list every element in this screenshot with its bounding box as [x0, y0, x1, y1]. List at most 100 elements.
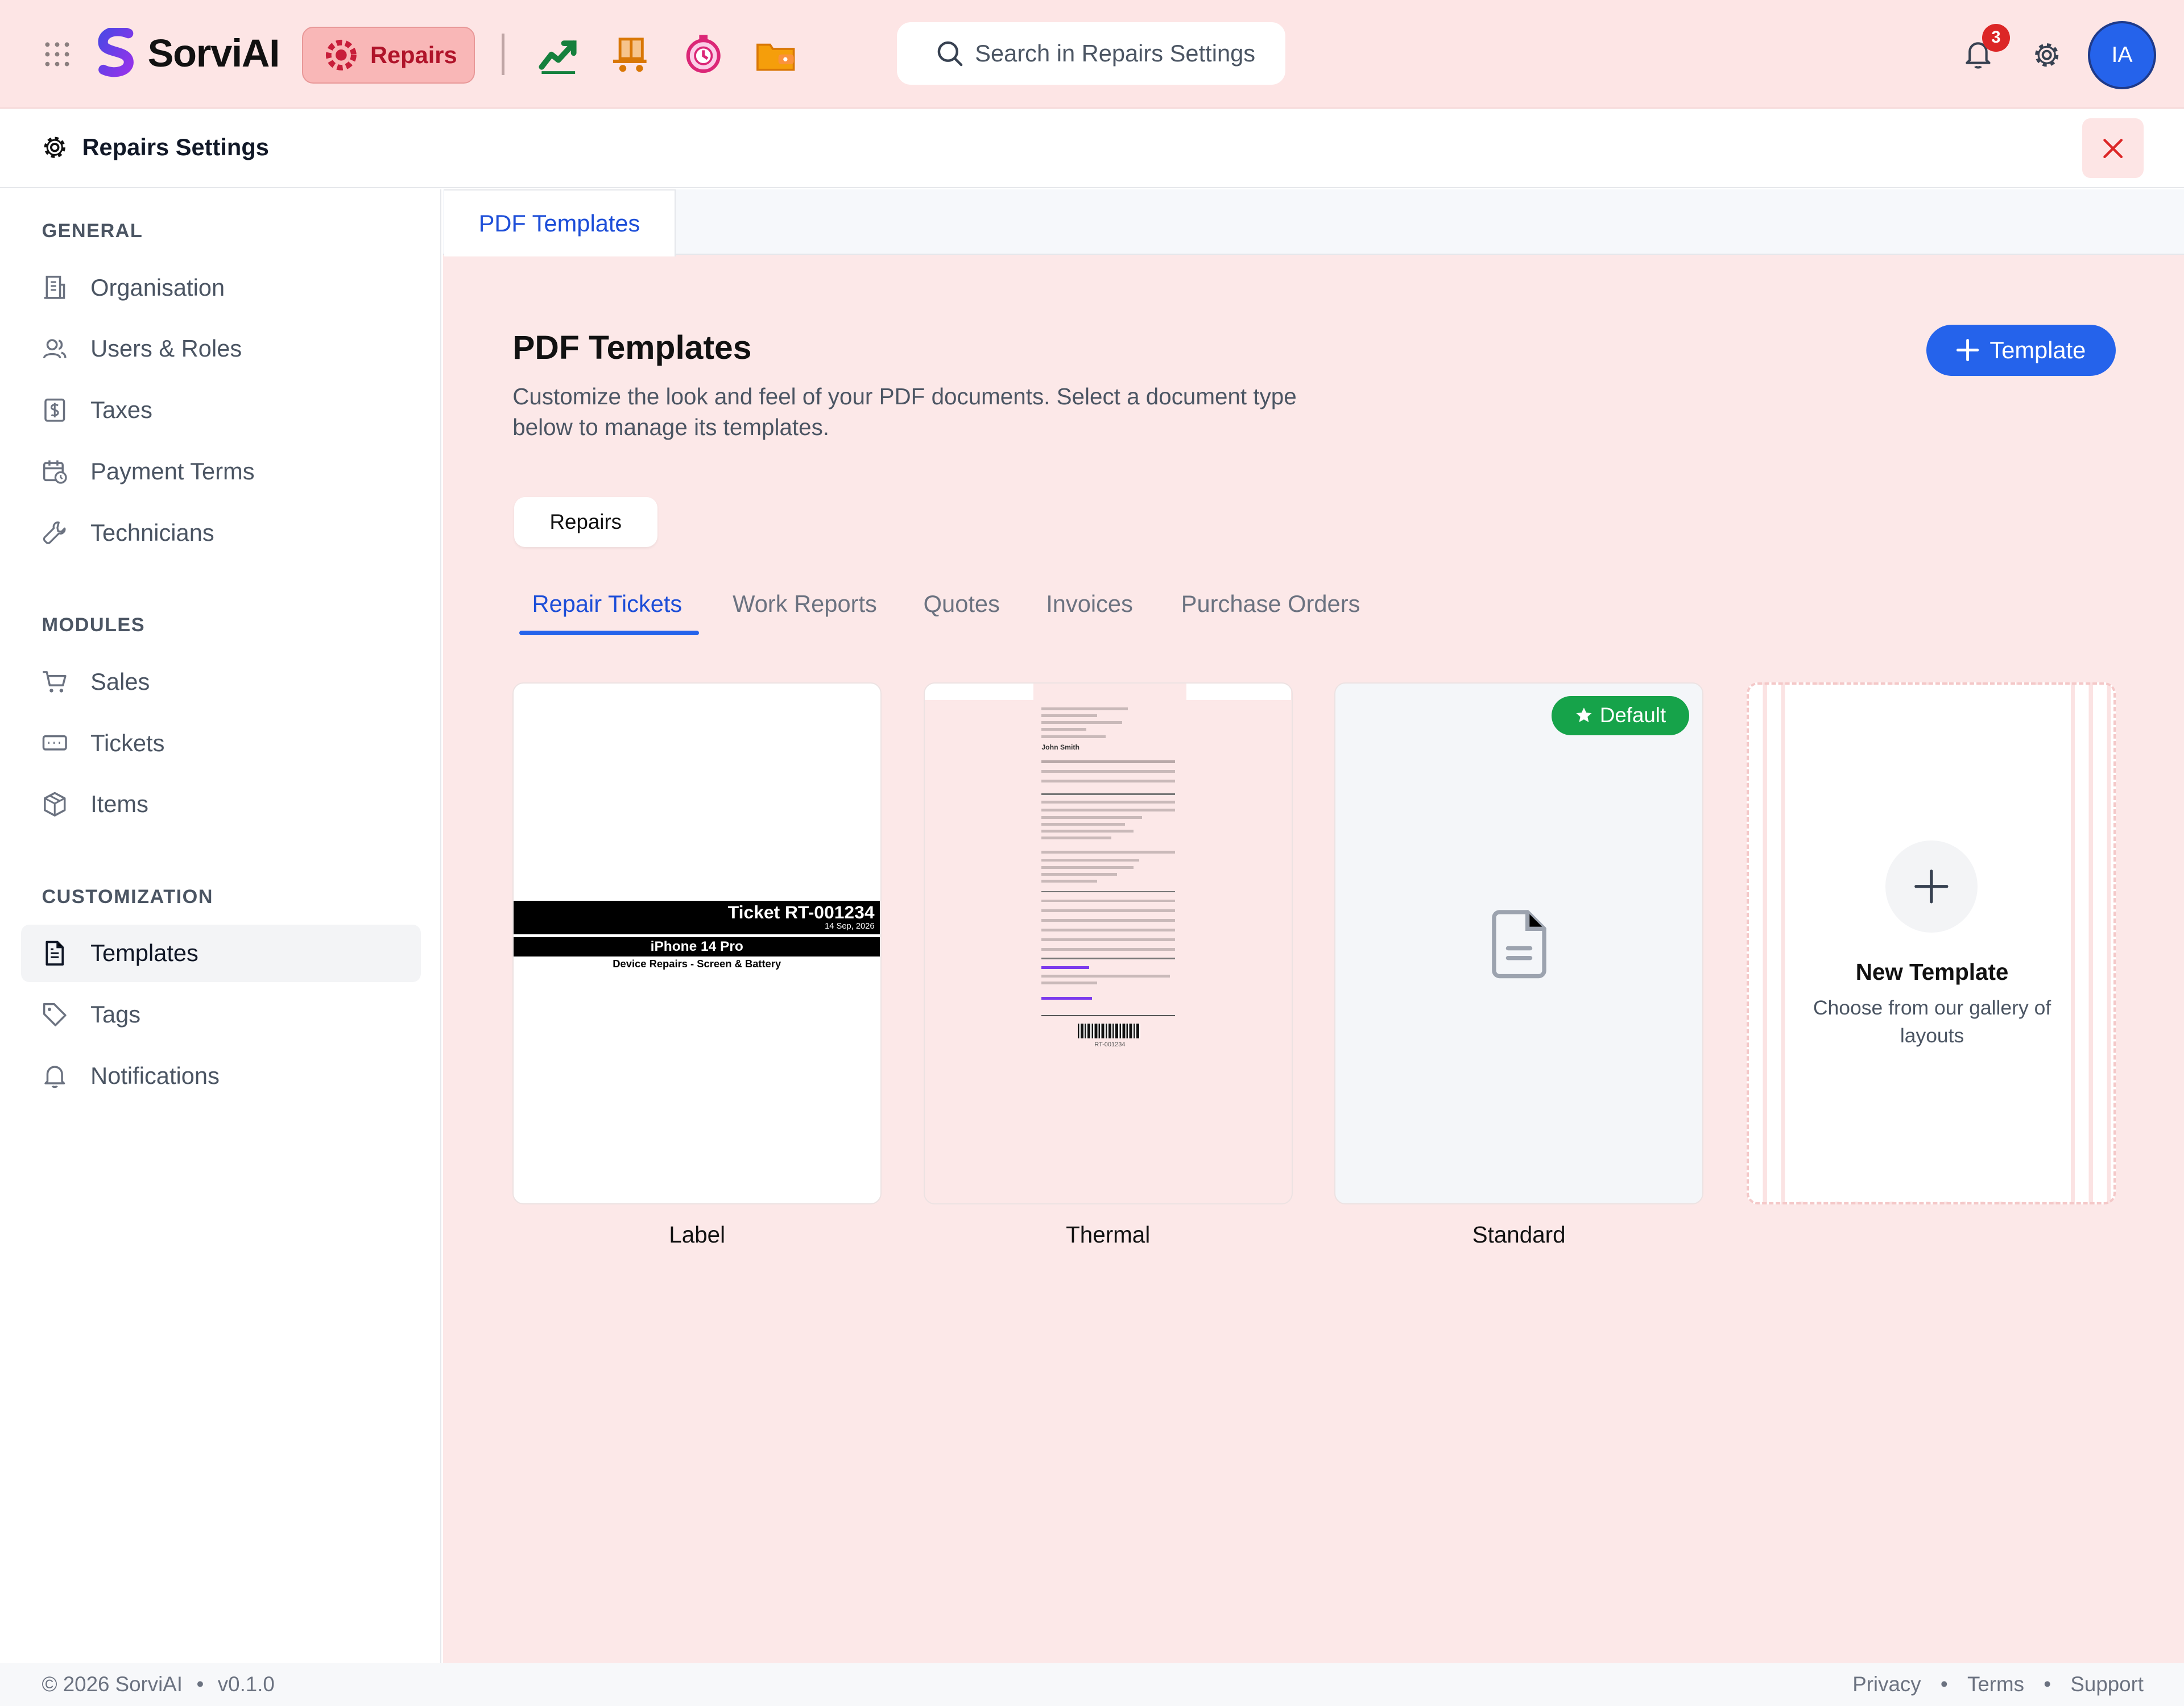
sidebar-item-items[interactable]: Items [21, 776, 421, 833]
tab-work-reports[interactable]: Work Reports [733, 590, 877, 635]
template-card-thermal[interactable]: Ticket # RT-001234 John Smith [923, 682, 1293, 1205]
search-input[interactable]: Search in Repairs Settings [897, 22, 1286, 85]
label-preview-date: 14 Sep, 2026 [825, 921, 875, 931]
app-name: SorviAI [147, 31, 280, 75]
sidebar-item-label: Taxes [90, 396, 152, 424]
settings-gear-icon [44, 136, 66, 158]
page-title: PDF Templates [512, 329, 752, 366]
sidebar-item-sales[interactable]: Sales [21, 653, 421, 710]
logo-icon [98, 27, 134, 77]
apps-grid-icon[interactable] [43, 40, 71, 68]
sidebar-item-tickets[interactable]: Tickets [21, 714, 421, 771]
sidebar-item-tags[interactable]: Tags [21, 986, 421, 1043]
template-card-label[interactable]: Ticket RT-001234 14 Sep, 2026 iPhone 14 … [512, 682, 882, 1205]
sidebar-item-payment-terms[interactable]: Payment Terms [21, 443, 421, 500]
sidebar-item-label: Notifications [90, 1062, 220, 1089]
settings-gear-icon[interactable] [2032, 40, 2061, 69]
add-template-label: Template [1989, 336, 2086, 363]
footer-links: Privacy • Terms • Support [1852, 1672, 2144, 1696]
tab-purchase-orders[interactable]: Purchase Orders [1181, 590, 1360, 635]
sidebar-item-label: Templates [90, 939, 198, 967]
copyright: © 2026 SorviAI [42, 1672, 183, 1696]
new-template-card[interactable]: New Template Choose from our gallery of … [1747, 682, 2116, 1205]
package-icon [44, 792, 66, 817]
footer-link-support[interactable]: Support [2070, 1672, 2144, 1696]
tab-repair-tickets[interactable]: Repair Tickets [532, 590, 682, 635]
template-name-label: Label [669, 1221, 726, 1248]
new-template-title: New Template [1855, 959, 2009, 985]
tab-pdf-templates[interactable]: PDF Templates [444, 189, 676, 256]
time-clock-icon[interactable] [682, 34, 724, 75]
thermal-preview-body: John Smith RT-001234 [1033, 684, 1187, 1204]
app-version: v0.1.0 [217, 1672, 275, 1696]
close-icon [2103, 138, 2123, 158]
cart-icon [43, 670, 67, 693]
footer-separator: • [2044, 1672, 2051, 1696]
sidebar-item-taxes[interactable]: Taxes [21, 382, 421, 438]
module-switcher-repairs[interactable]: Repairs [302, 26, 475, 84]
sidebar-item-label: Sales [90, 668, 150, 695]
sidebar-item-templates[interactable]: Templates [20, 925, 421, 982]
sidebar-item-users-roles[interactable]: Users & Roles [21, 320, 421, 377]
app-logo[interactable]: SorviAI [95, 27, 280, 78]
new-template-inner [1790, 685, 2071, 1202]
tab-invoices[interactable]: Invoices [1046, 590, 1133, 635]
footer: © 2026 SorviAI • v0.1.0 Privacy • Terms … [0, 1663, 2184, 1706]
search-icon [937, 41, 962, 67]
label-preview-ticket: Ticket RT-001234 [727, 902, 875, 923]
new-template-plus [1885, 840, 1978, 933]
ticket-icon [43, 735, 68, 751]
settings-sidebar: GENERAL Organisation Users & Roles Taxes… [0, 189, 442, 1663]
template-name-thermal: Thermal [1066, 1221, 1151, 1248]
search-placeholder: Search in Repairs Settings [975, 40, 1256, 67]
label-preview-service: Device Repairs - Screen & Battery [613, 958, 781, 970]
sidebar-item-technicians[interactable]: Technicians [21, 504, 421, 561]
default-badge-label: Default [1599, 703, 1666, 727]
footer-separator: • [1940, 1672, 1948, 1696]
new-template-subtitle: Choose from our gallery of layouts [1813, 996, 2051, 1047]
main-content: PDF Templates PDF Templates Customize th… [442, 189, 2184, 1663]
sales-chart-icon[interactable] [537, 34, 579, 75]
calendar-clock-icon [43, 460, 68, 484]
content-tabbar: PDF Templates [442, 189, 2184, 256]
plus-icon [1914, 869, 1949, 904]
folder-wallet-icon[interactable] [755, 34, 796, 75]
footer-separator: • [196, 1672, 204, 1696]
tab-quotes[interactable]: Quotes [924, 590, 1000, 635]
footer-link-terms[interactable]: Terms [1967, 1672, 2024, 1696]
sidebar-item-label: Tags [90, 1001, 141, 1028]
label-preview-header: Ticket RT-001234 14 Sep, 2026 [514, 901, 880, 934]
bell-icon [44, 1065, 65, 1088]
group-filter-repairs[interactable]: Repairs [514, 497, 657, 548]
inventory-cart-icon[interactable] [610, 34, 652, 75]
building-icon [44, 276, 65, 300]
module-label: Repairs [370, 41, 457, 68]
repairs-gear-icon [325, 39, 357, 71]
footer-left: © 2026 SorviAI • v0.1.0 [42, 1672, 274, 1696]
sidebar-item-label: Technicians [90, 519, 214, 546]
footer-link-privacy[interactable]: Privacy [1852, 1672, 1921, 1696]
user-avatar[interactable]: IA [2088, 20, 2157, 89]
sidebar-item-label: Organisation [90, 274, 225, 301]
document-placeholder-icon [1492, 909, 1547, 978]
star-icon [1576, 707, 1592, 723]
add-template-button[interactable]: Template [1926, 324, 2116, 376]
sidebar-item-notifications[interactable]: Notifications [21, 1047, 421, 1104]
section-heading-general: GENERAL [42, 220, 143, 242]
active-tab-indicator [519, 631, 700, 635]
template-name-standard: Standard [1472, 1221, 1566, 1248]
dollar-receipt-icon [44, 398, 65, 422]
divider [501, 33, 504, 76]
settings-title-text: Repairs Settings [82, 134, 269, 161]
plus-icon [1956, 339, 1979, 362]
label-preview-device: iPhone 14 Pro [514, 937, 880, 956]
template-card-standard[interactable]: Default [1334, 682, 1704, 1205]
settings-header: Repairs Settings [0, 110, 2184, 188]
users-icon [43, 339, 67, 359]
document-icon [46, 941, 64, 966]
barcode [1078, 1023, 1141, 1039]
wrench-icon [43, 521, 66, 545]
sidebar-item-label: Payment Terms [90, 457, 255, 485]
sidebar-item-organisation[interactable]: Organisation [21, 259, 421, 316]
close-button[interactable] [2082, 118, 2144, 179]
